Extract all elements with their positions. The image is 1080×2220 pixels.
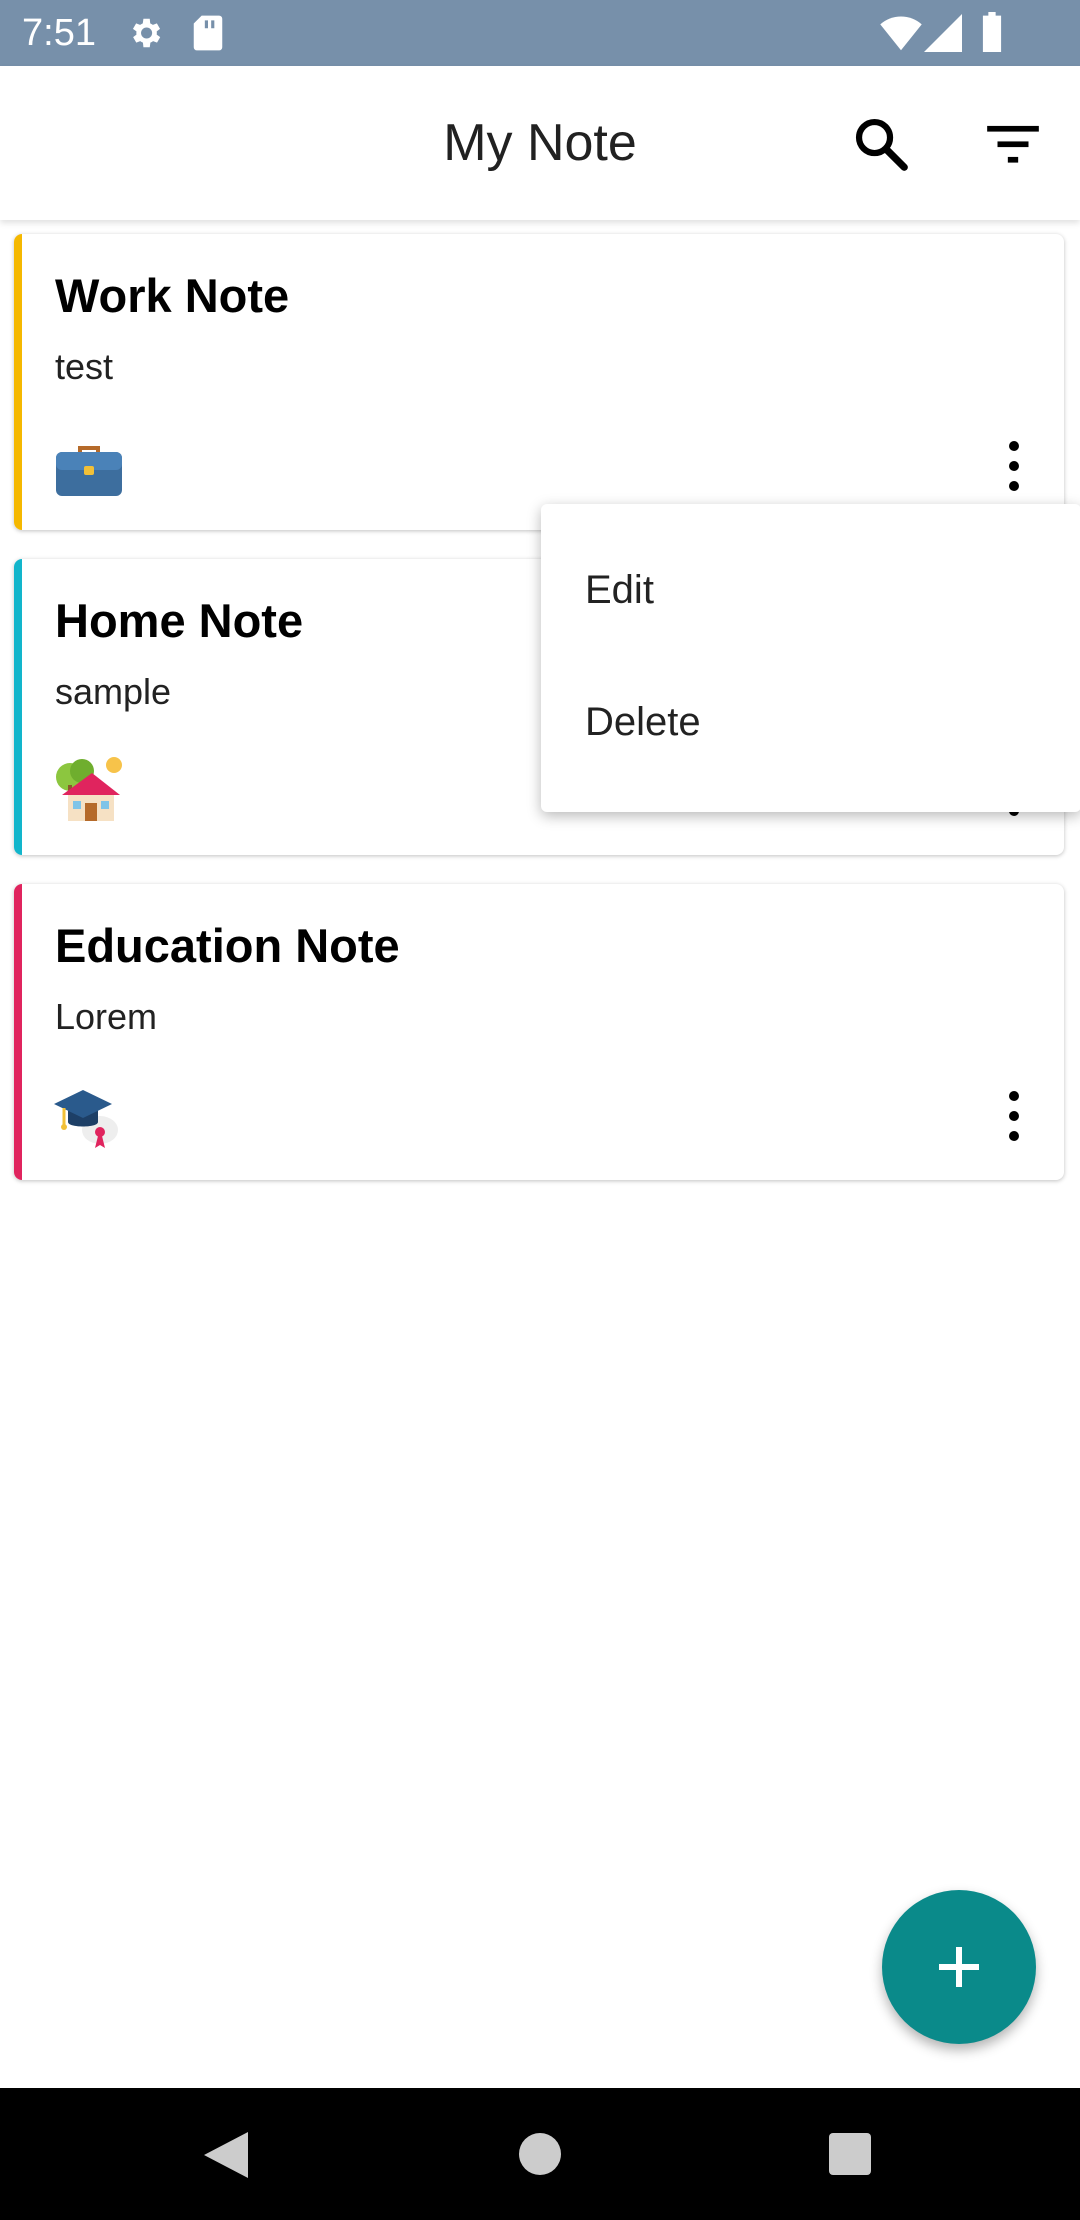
- home-icon[interactable]: [518, 2132, 562, 2181]
- graduation-cap-icon: [54, 1080, 124, 1150]
- more-options-button[interactable]: [984, 1082, 1044, 1152]
- search-icon: [850, 118, 912, 179]
- note-description: Lorem: [55, 996, 158, 1037]
- menu-item-delete[interactable]: Delete: [585, 700, 701, 745]
- note-description: sample: [55, 671, 172, 712]
- card-accent-bar: [14, 884, 22, 1180]
- note-card-education[interactable]: Education Note Lorem: [14, 884, 1064, 1180]
- recent-apps-icon[interactable]: [828, 2132, 872, 2181]
- note-description: test: [55, 346, 114, 387]
- status-time: 7:51: [22, 12, 96, 54]
- card-accent-bar: [14, 234, 22, 530]
- house-icon: [54, 755, 124, 825]
- card-accent-bar: [14, 559, 22, 855]
- battery-icon: [980, 12, 1004, 57]
- settings-gear-icon: [126, 14, 164, 57]
- more-options-button[interactable]: [984, 432, 1044, 502]
- filter-icon: [982, 125, 1044, 179]
- search-button[interactable]: [850, 113, 912, 175]
- system-navigation-bar: [0, 2088, 1080, 2220]
- popup-menu: Edit Delete: [541, 504, 1080, 812]
- menu-item-edit[interactable]: Edit: [585, 568, 654, 613]
- note-title: Home Note: [55, 594, 304, 647]
- page-title: My Note: [443, 114, 637, 172]
- filter-button[interactable]: [982, 113, 1044, 175]
- app-bar: My Note: [0, 66, 1080, 220]
- add-note-button[interactable]: [882, 1890, 1036, 2044]
- status-bar: 7:51: [0, 0, 1080, 66]
- wifi-icon: [880, 14, 922, 57]
- note-title: Education Note: [55, 919, 400, 972]
- signal-icon: [924, 14, 962, 57]
- sd-card-icon: [192, 14, 224, 57]
- note-title: Work Note: [55, 269, 290, 322]
- note-card-work[interactable]: Work Note test: [14, 234, 1064, 530]
- back-icon[interactable]: [204, 2132, 248, 2183]
- briefcase-icon: [54, 430, 124, 500]
